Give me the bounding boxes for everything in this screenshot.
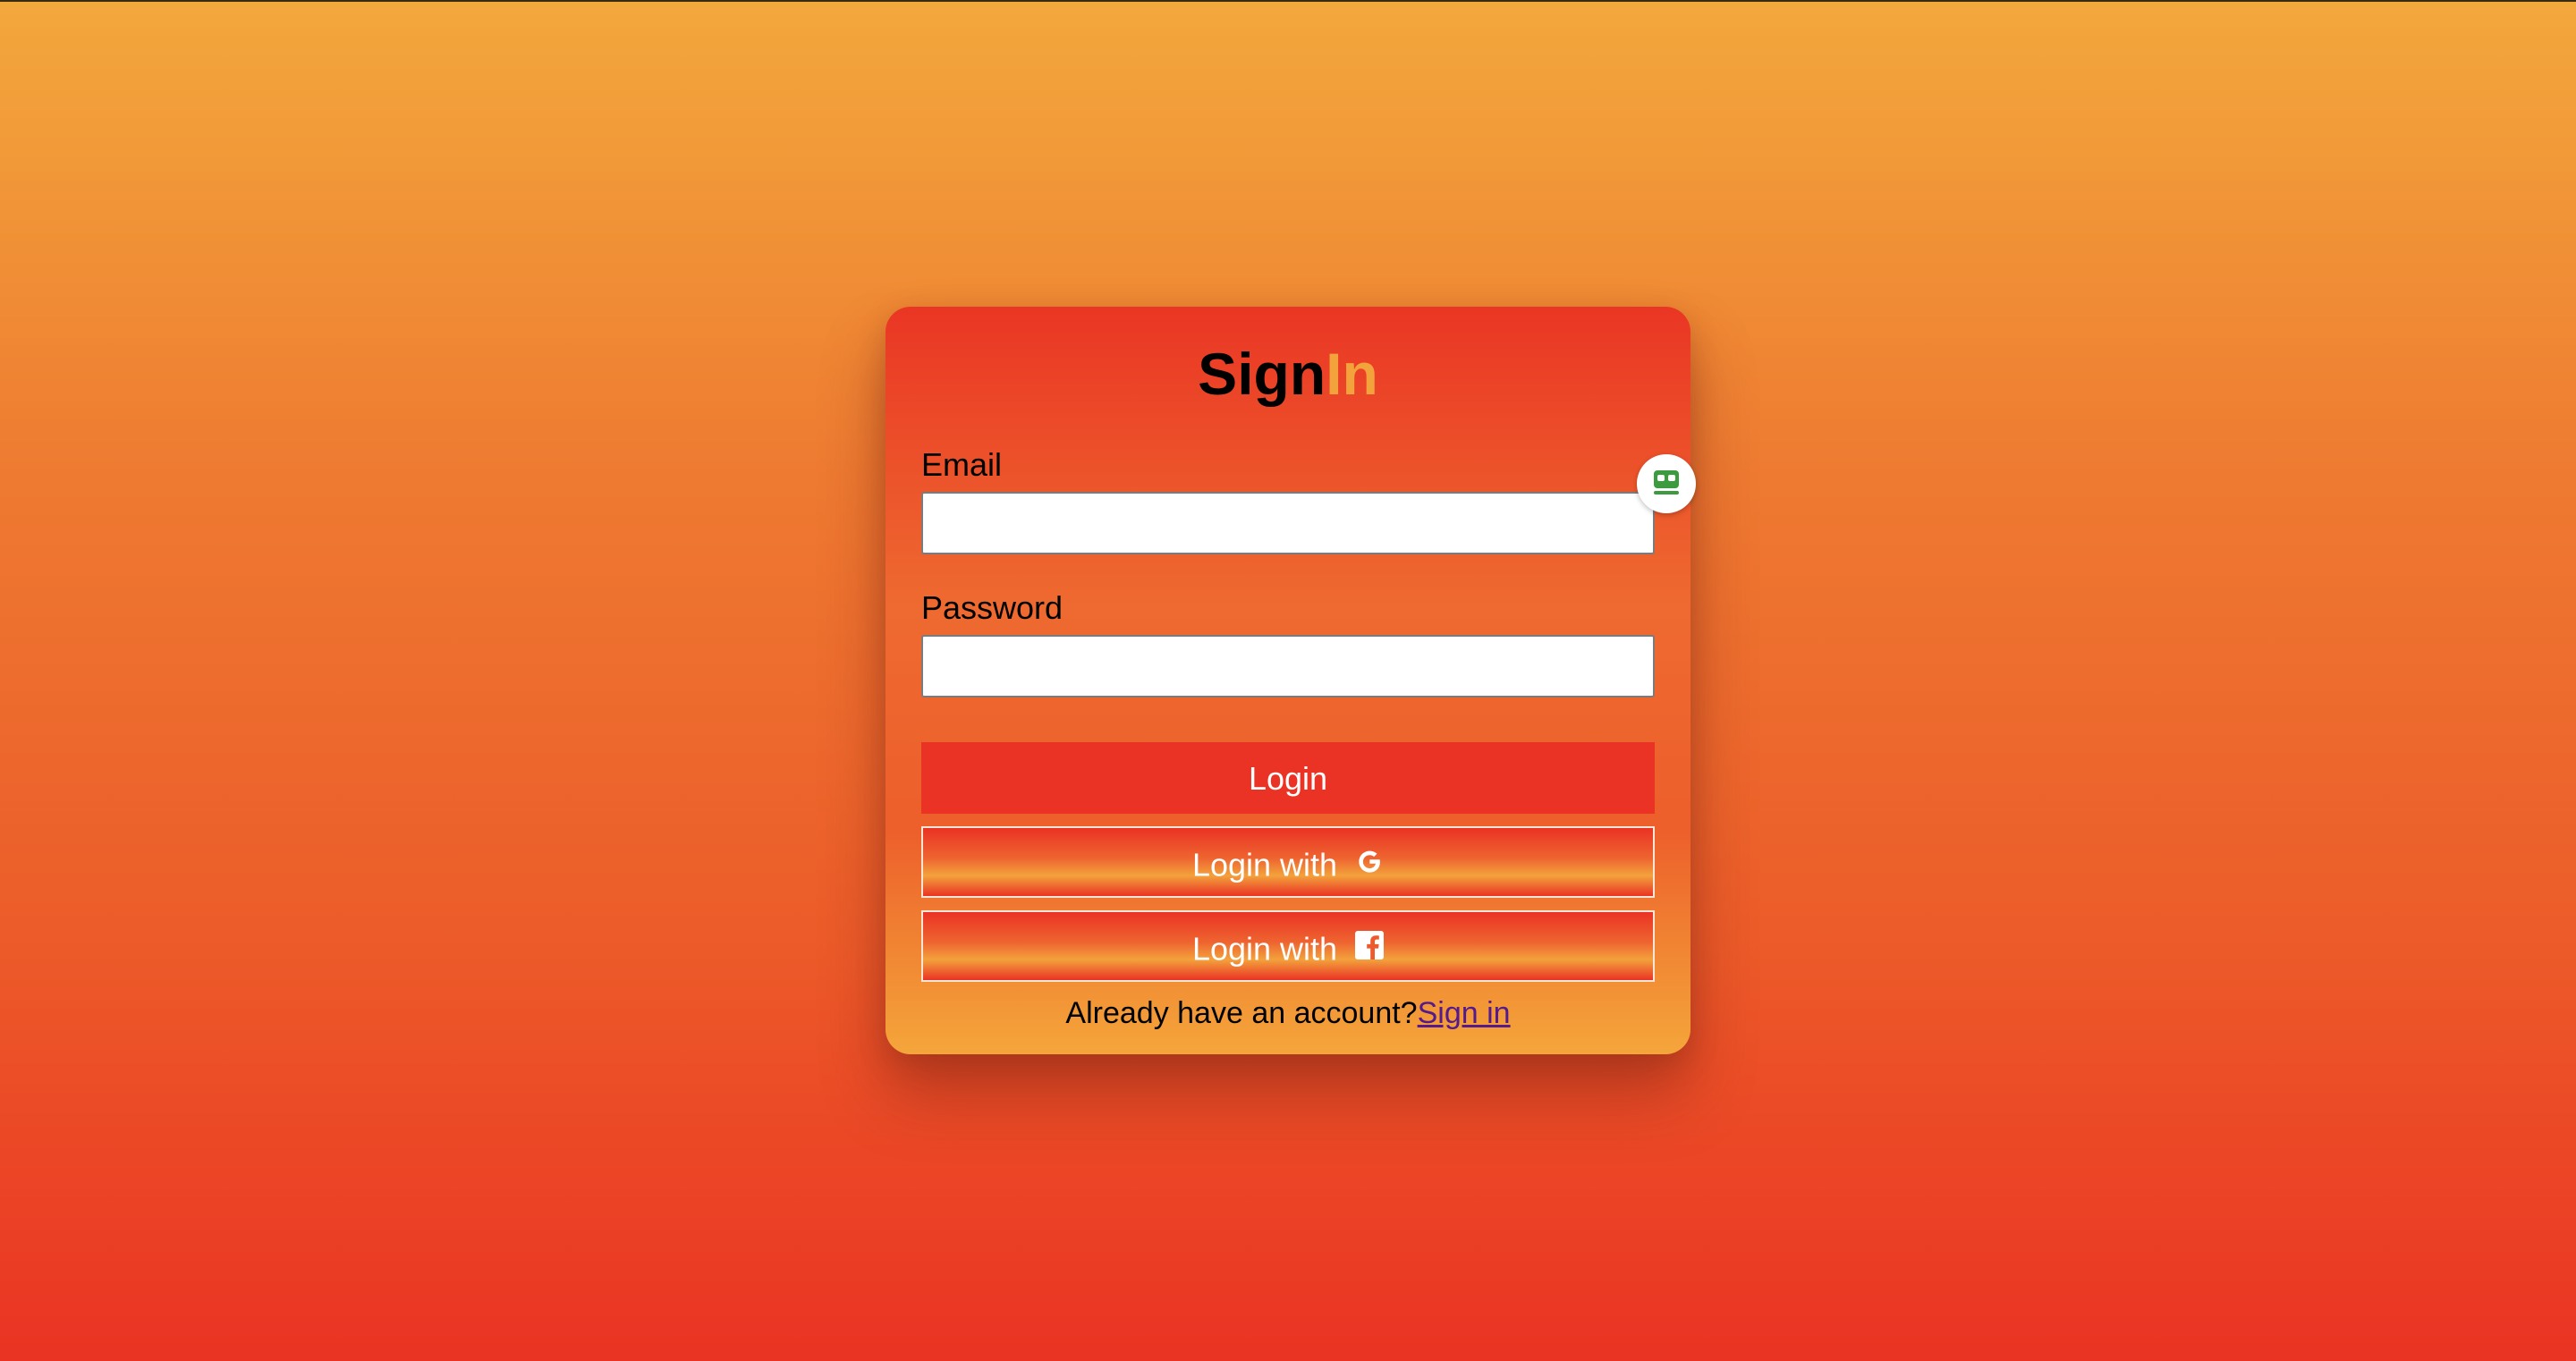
- signin-prompt-text: Already have an account?: [1065, 996, 1418, 1030]
- login-with-facebook-button[interactable]: Login with: [921, 910, 1655, 982]
- email-label: Email: [921, 446, 1003, 483]
- facebook-icon: [1355, 915, 1385, 983]
- title-part-sign: Sign: [1198, 341, 1326, 407]
- signin-link[interactable]: Sign in: [1418, 996, 1511, 1030]
- password-label: Password: [921, 589, 1063, 626]
- facebook-button-label: Login with: [1191, 930, 1338, 968]
- window-top-border: [0, 0, 2576, 2]
- signin-card: SignIn Email Password Login Login with L…: [886, 307, 1690, 1054]
- page-title: SignIn: [921, 340, 1655, 408]
- login-button-label: Login: [1248, 760, 1328, 797]
- google-icon: [1355, 831, 1384, 899]
- signin-prompt: Already have an account?Sign in: [921, 996, 1655, 1031]
- login-button[interactable]: Login: [921, 742, 1655, 814]
- login-with-google-button[interactable]: Login with: [921, 826, 1655, 898]
- google-button-label: Login with: [1191, 846, 1338, 883]
- email-field[interactable]: [921, 492, 1655, 554]
- title-part-in: In: [1326, 341, 1378, 407]
- password-manager-badge[interactable]: [1637, 454, 1696, 513]
- password-manager-icon: [1651, 467, 1682, 502]
- password-field[interactable]: [921, 635, 1655, 697]
